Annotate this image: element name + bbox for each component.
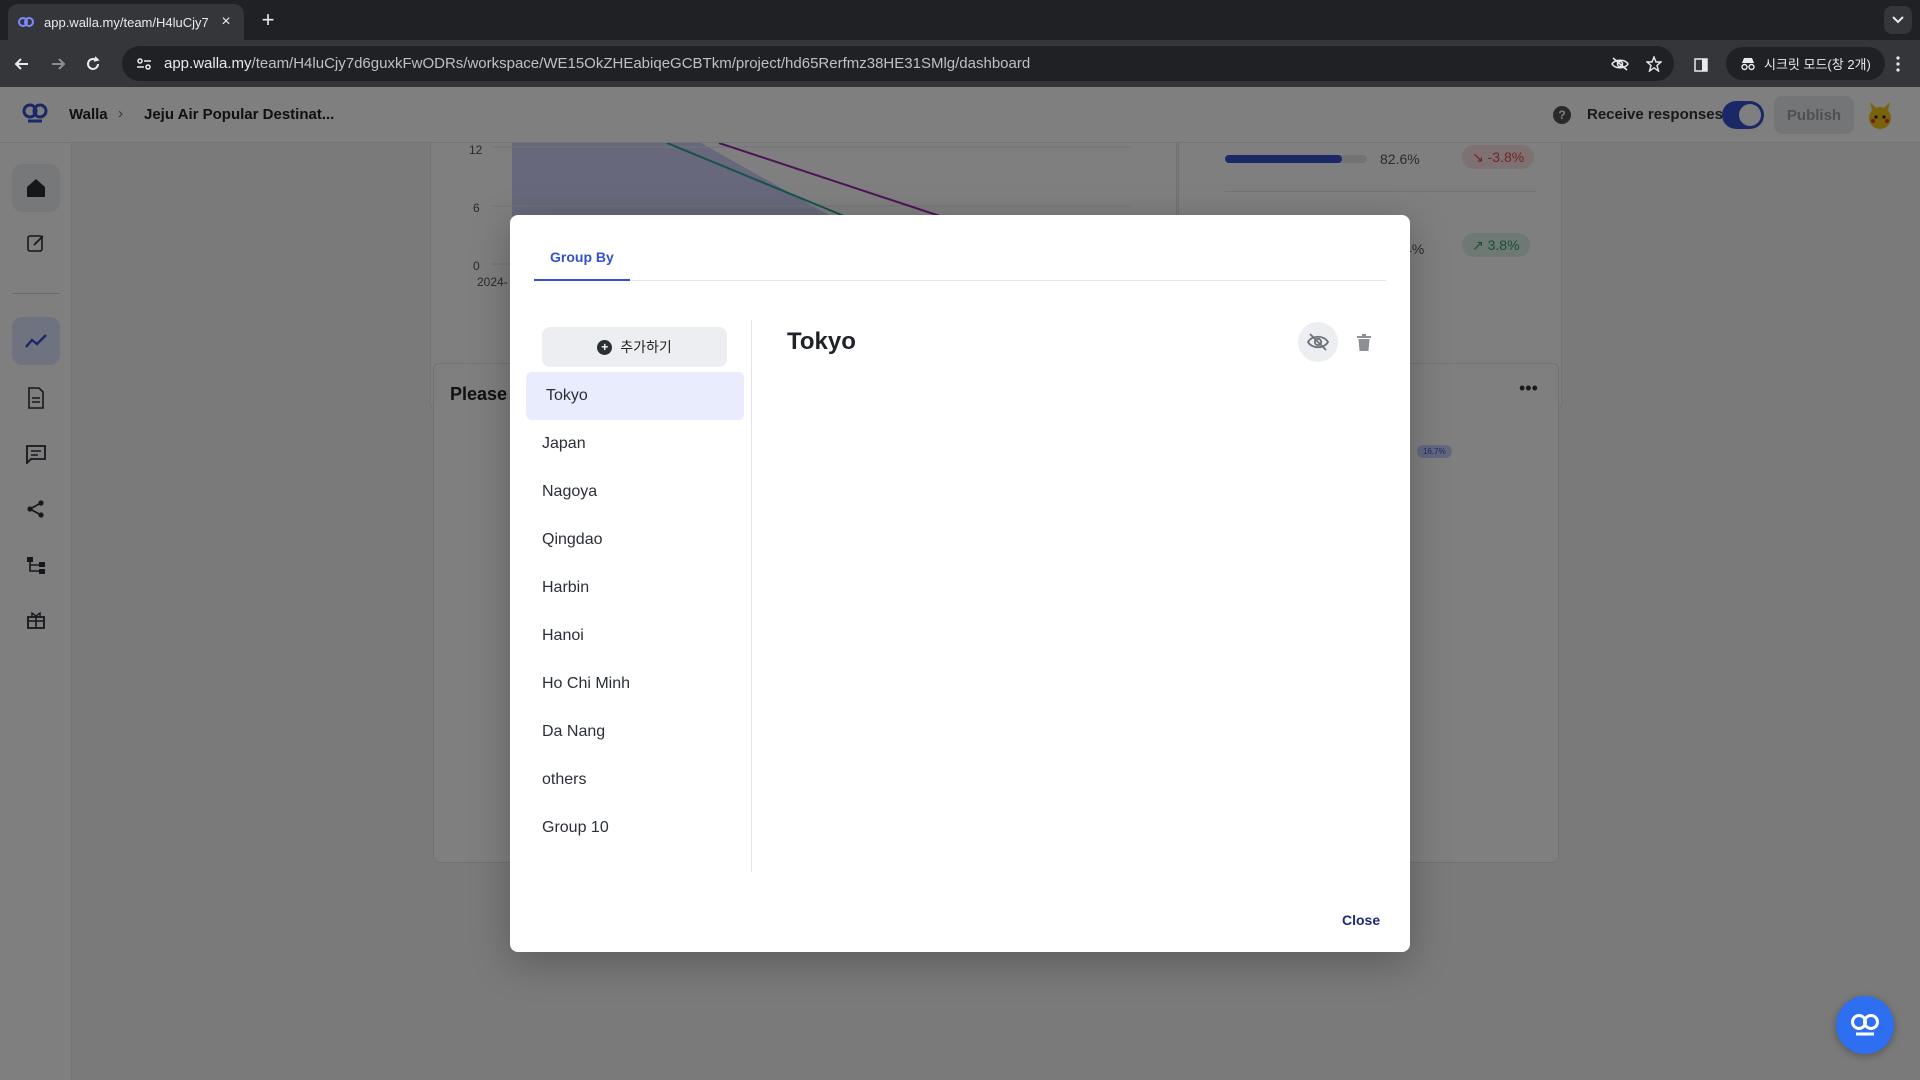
address-bar[interactable]: app.walla.my/team/H4luCjy7d6guxkFwODRs/w… xyxy=(122,46,1674,81)
browser-tab-title: app.walla.my/team/H4luCjy7d xyxy=(44,14,208,30)
close-tab-icon[interactable]: × xyxy=(218,13,234,31)
add-group-label: 추가하기 xyxy=(620,339,672,355)
group-list-item[interactable]: Japan xyxy=(526,420,744,468)
group-list-item[interactable]: Hanoi xyxy=(526,612,744,660)
browser-tab-strip: app.walla.my/team/H4luCjy7d × + xyxy=(0,0,1920,40)
arrow-right-icon xyxy=(52,58,66,70)
plus-circle-icon: + xyxy=(597,339,613,355)
url-path: /team/H4luCjy7d6guxkFwODRs/workspace/WE1… xyxy=(251,55,1031,72)
incognito-label: 시크릿 모드(창 2개) xyxy=(1764,57,1871,72)
group-list-pane: + 추가하기 Tokyo Japan Nagoya Qingdao Harbin Hano… xyxy=(526,320,752,872)
walla-favicon-icon xyxy=(18,14,34,30)
trash-icon xyxy=(1357,333,1371,351)
group-list-item[interactable]: others xyxy=(526,756,744,804)
eye-off-icon[interactable] xyxy=(1606,50,1634,78)
browser-toolbar: app.walla.my/team/H4luCjy7d6guxkFwODRs/w… xyxy=(0,40,1920,87)
reload-icon xyxy=(87,56,100,70)
back-button[interactable] xyxy=(10,52,34,76)
modal-tabs: Group By xyxy=(534,235,1386,281)
new-tab-button[interactable]: + xyxy=(254,7,282,35)
add-group-button[interactable]: + 추가하기 xyxy=(542,327,727,367)
hide-group-button[interactable] xyxy=(1298,322,1338,362)
group-by-modal: Group By + 추가하기 Tokyo Japan Nagoya Qingdao H… xyxy=(510,215,1410,952)
forward-button[interactable] xyxy=(46,52,70,76)
group-list-item[interactable]: Tokyo xyxy=(526,372,744,420)
incognito-indicator[interactable]: 시크릿 모드(창 2개) xyxy=(1726,47,1885,80)
walla-logo-icon xyxy=(1851,1014,1879,1036)
tab-search-button[interactable] xyxy=(1884,6,1912,34)
group-list-item[interactable]: Nagoya xyxy=(526,468,744,516)
group-list-item[interactable]: Group 10 xyxy=(526,804,744,852)
close-button[interactable]: Close xyxy=(1342,912,1380,928)
site-info-icon[interactable] xyxy=(128,50,160,78)
arrow-left-icon xyxy=(14,58,28,70)
tab-group-by[interactable]: Group By xyxy=(534,235,630,281)
url-host: app.walla.my xyxy=(164,55,252,72)
chevron-down-icon xyxy=(1892,16,1904,24)
group-list-item[interactable]: Ho Chi Minh xyxy=(526,660,744,708)
group-detail-title: Tokyo xyxy=(787,328,856,355)
reload-button[interactable] xyxy=(81,52,105,76)
group-list-item[interactable]: Qingdao xyxy=(526,516,744,564)
group-list-item[interactable]: Da Nang xyxy=(526,708,744,756)
delete-group-button[interactable] xyxy=(1348,326,1380,358)
eye-off-icon xyxy=(1307,333,1329,351)
browser-tab[interactable]: app.walla.my/team/H4luCjy7d × xyxy=(8,4,244,40)
walla-chat-button[interactable] xyxy=(1836,996,1894,1054)
incognito-icon xyxy=(1741,57,1755,70)
browser-menu-icon[interactable] xyxy=(1886,52,1910,76)
url-text: app.walla.my/team/H4luCjy7d6guxkFwODRs/w… xyxy=(164,55,1606,72)
side-panel-icon[interactable] xyxy=(1688,52,1714,78)
group-list-item[interactable]: Harbin xyxy=(526,564,744,612)
bookmark-star-icon[interactable] xyxy=(1640,50,1668,78)
